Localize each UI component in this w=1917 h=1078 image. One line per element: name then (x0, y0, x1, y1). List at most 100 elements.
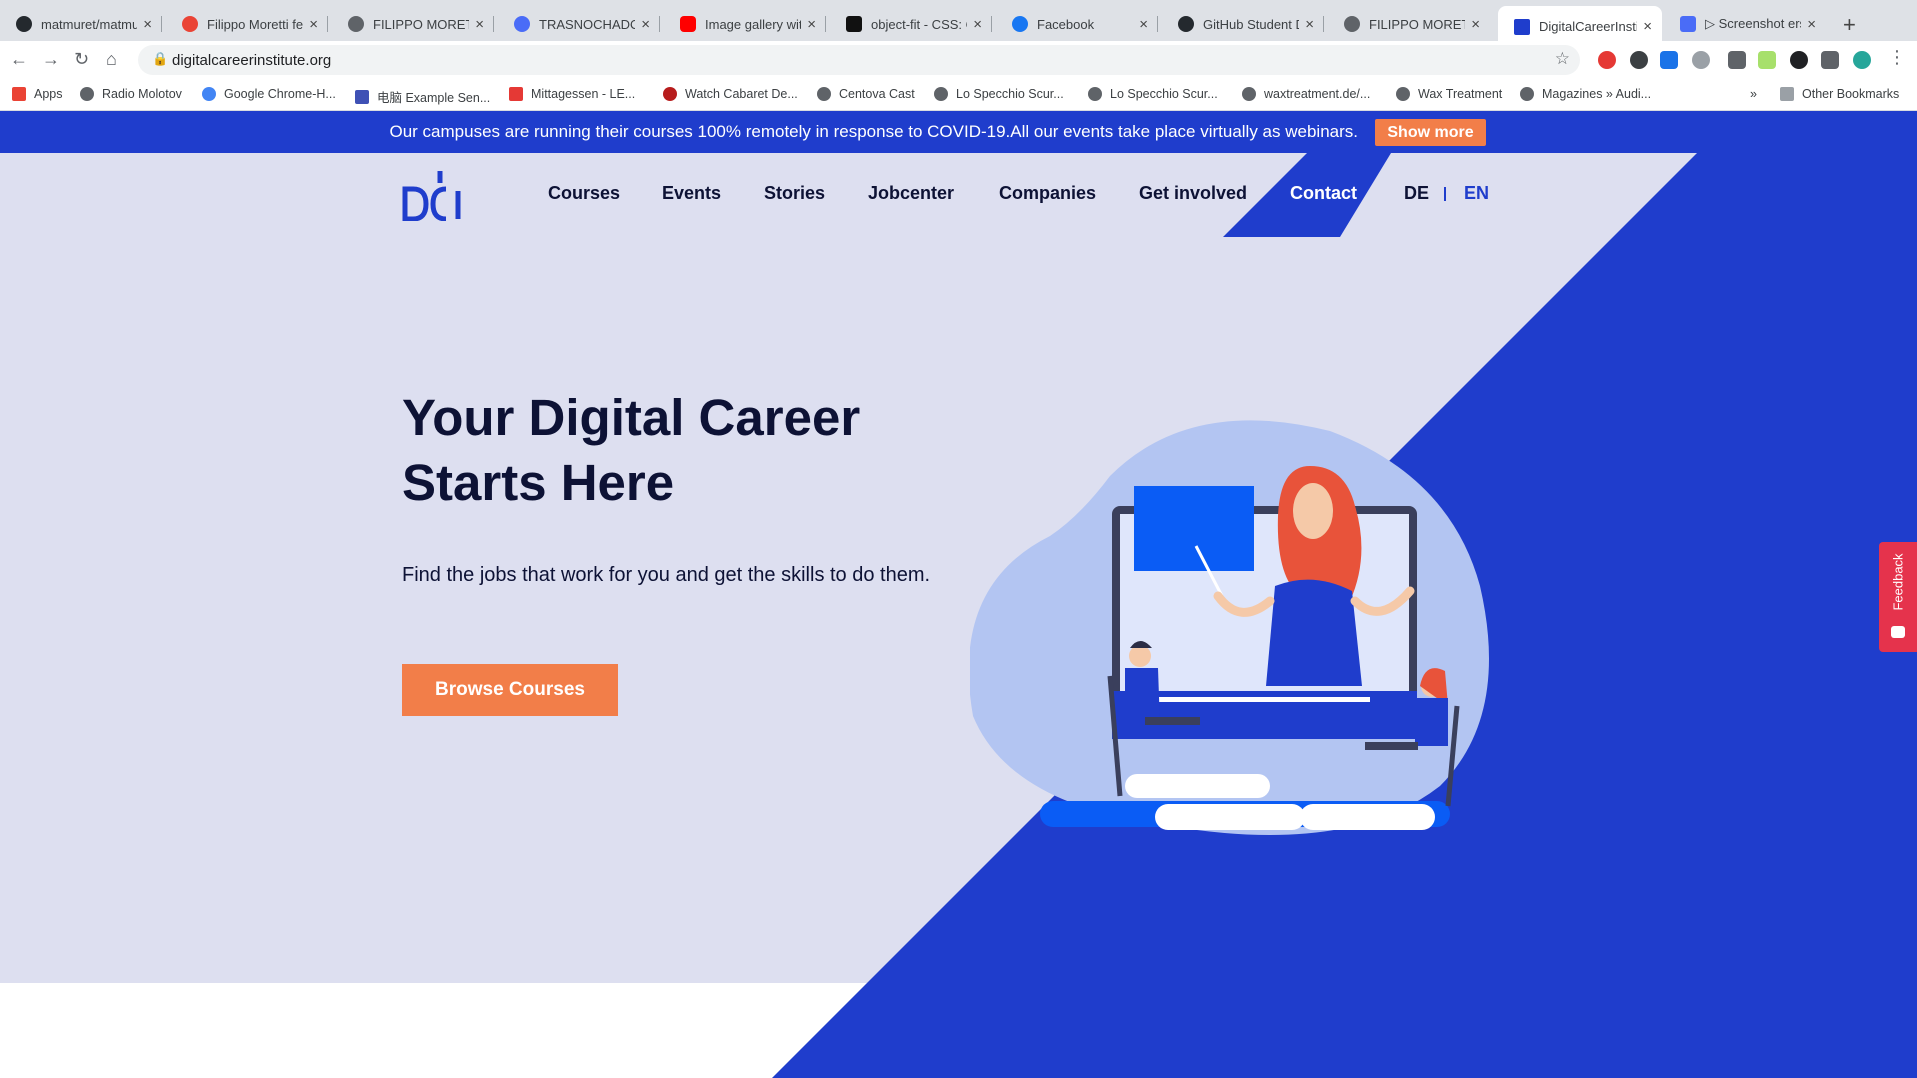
dci-icon (1514, 18, 1530, 35)
home-icon[interactable]: ⌂ (106, 49, 117, 70)
nav-companies[interactable]: Companies (999, 183, 1096, 204)
menu-dots-icon[interactable]: ⋮ (1888, 47, 1906, 68)
lang-de[interactable]: DE (1404, 183, 1429, 204)
close-icon[interactable]: × (1643, 18, 1652, 35)
github-icon (16, 16, 32, 32)
close-icon[interactable]: × (641, 16, 650, 33)
new-tab-button[interactable]: + (1843, 12, 1856, 38)
globe-icon (1520, 87, 1534, 101)
globe-icon (1396, 87, 1410, 101)
feedback-tab[interactable]: Feedback (1879, 542, 1917, 652)
bookmark-item[interactable]: Mittagessen - LE... (509, 87, 635, 101)
bookmark-label: Mittagessen - LE... (531, 87, 636, 101)
lang-en[interactable]: EN (1464, 183, 1489, 204)
browser-tab[interactable]: matmuret/matmuret × (0, 9, 162, 39)
browser-tab[interactable]: FILIPPO MORETTI × (1328, 9, 1490, 39)
browser-tab[interactable]: FILIPPO MORETTI × (332, 9, 494, 39)
extension-icon[interactable] (1758, 51, 1776, 69)
bookmark-label: Lo Specchio Scur... (1110, 87, 1218, 101)
facebook-icon (1012, 16, 1028, 32)
bookmark-label: Magazines » Audi... (1542, 87, 1652, 101)
extension-icon[interactable] (1630, 51, 1648, 69)
tab-title: Filippo Moretti feedback (207, 16, 304, 32)
bookmarks-overflow-button[interactable]: » (1750, 87, 1757, 101)
folder-icon (1780, 87, 1794, 101)
close-icon[interactable]: × (1139, 16, 1148, 33)
back-arrow-icon[interactable]: ← (10, 49, 28, 70)
cabaret-icon (663, 87, 677, 101)
puzzle-icon[interactable] (1821, 51, 1839, 69)
bookmark-apps[interactable]: Apps (12, 87, 63, 101)
globe-icon (817, 87, 831, 101)
tab-title: DigitalCareerInstit (1539, 19, 1638, 34)
student-left (1129, 645, 1151, 667)
nav-stories[interactable]: Stories (764, 183, 825, 204)
bookmark-item[interactable]: 电脑 Example Sen... (355, 87, 490, 106)
nav-events[interactable]: Events (662, 183, 721, 204)
star-icon[interactable]: ☆ (1555, 49, 1570, 69)
bookmark-item[interactable]: Lo Specchio Scur... (934, 87, 1064, 101)
close-icon[interactable]: × (1471, 16, 1480, 33)
close-icon[interactable]: × (807, 16, 816, 33)
bookmark-label: Centova Cast (839, 87, 915, 101)
close-icon[interactable]: × (143, 16, 152, 33)
close-icon[interactable]: × (1807, 16, 1816, 33)
bookmark-label: 电脑 Example Sen... (377, 91, 491, 105)
browser-tab[interactable]: Image gallery with × (664, 9, 826, 39)
extension-icon[interactable] (1692, 51, 1710, 69)
tab-title: matmuret/matmuret (41, 16, 138, 32)
nav-contact[interactable]: Contact (1290, 183, 1357, 204)
globe-icon (934, 87, 948, 101)
tab-title: ▷ Screenshot erst (1705, 16, 1802, 31)
bookmark-item[interactable]: Lo Specchio Scur... (1088, 87, 1218, 101)
hero-headline: Your Digital Career Starts Here (402, 389, 861, 511)
dci-logo[interactable] (402, 169, 464, 221)
close-icon[interactable]: × (475, 16, 484, 33)
globe-icon (1344, 16, 1360, 32)
bookmark-item[interactable]: Centova Cast (817, 87, 915, 101)
tab-title: Image gallery with (705, 16, 802, 32)
browser-tab[interactable]: Filippo Moretti feedback × (166, 9, 328, 39)
avatar[interactable] (1853, 51, 1871, 69)
address-url[interactable]: digitalcareerinstitute.org (172, 52, 331, 69)
nav-jobcenter[interactable]: Jobcenter (868, 183, 954, 204)
hero-subtext: Find the jobs that work for you and get … (402, 564, 931, 586)
bookmark-label: Watch Cabaret De... (685, 87, 798, 101)
tab-title: FILIPPO MORETTI (1369, 16, 1465, 32)
reload-icon[interactable]: ↻ (74, 49, 89, 70)
nav-courses[interactable]: Courses (548, 183, 620, 204)
show-more-button[interactable]: Show more (1375, 119, 1486, 146)
close-icon[interactable]: × (973, 16, 982, 33)
bookmark-item[interactable]: Watch Cabaret De... (663, 87, 798, 101)
forward-arrow-icon[interactable]: → (42, 49, 60, 70)
extension-icon[interactable] (1790, 51, 1808, 69)
extension-icon[interactable] (1660, 51, 1678, 69)
browser-tab[interactable]: Facebook × (996, 9, 1158, 39)
address-bar[interactable]: 🔒 digitalcareerinstitute.org ☆ (138, 45, 1580, 75)
bookmark-item[interactable]: Google Chrome-H... (202, 87, 336, 101)
other-bookmarks[interactable]: Other Bookmarks (1780, 87, 1899, 101)
browser-tab[interactable]: GitHub Student D × (1162, 9, 1324, 39)
close-icon[interactable]: × (309, 16, 318, 33)
close-icon[interactable]: × (1305, 16, 1314, 33)
bookmark-item[interactable]: Radio Molotov (80, 87, 182, 101)
nav-get-involved[interactable]: Get involved (1139, 183, 1247, 204)
globe-icon (1088, 87, 1102, 101)
presentation-board-icon (1134, 486, 1254, 571)
bookmark-label: Google Chrome-H... (224, 87, 336, 101)
banner-text: Our campuses are running their courses 1… (389, 122, 1358, 141)
browser-tab[interactable]: ▷ Screenshot erst × (1664, 9, 1826, 39)
bookmark-item[interactable]: Magazines » Audi... (1520, 87, 1651, 101)
teacher-body (1266, 579, 1362, 686)
browser-tab[interactable]: object-fit - CSS: C × (830, 9, 992, 39)
extension-icon[interactable] (1598, 51, 1616, 69)
browser-tab[interactable]: TRASNOCHADOS × (498, 9, 660, 39)
web-page: Our campuses are running their courses 1… (0, 111, 1917, 1078)
browse-courses-button[interactable]: Browse Courses (402, 664, 618, 716)
tab-title: Facebook (1037, 16, 1095, 32)
bookmark-item[interactable]: waxtreatment.de/... (1242, 87, 1370, 101)
tab-title: FILIPPO MORETTI (373, 16, 469, 32)
apps-grid-icon (12, 87, 26, 101)
bookmark-item[interactable]: Wax Treatment (1396, 87, 1502, 101)
extension-icon[interactable] (1728, 51, 1746, 69)
